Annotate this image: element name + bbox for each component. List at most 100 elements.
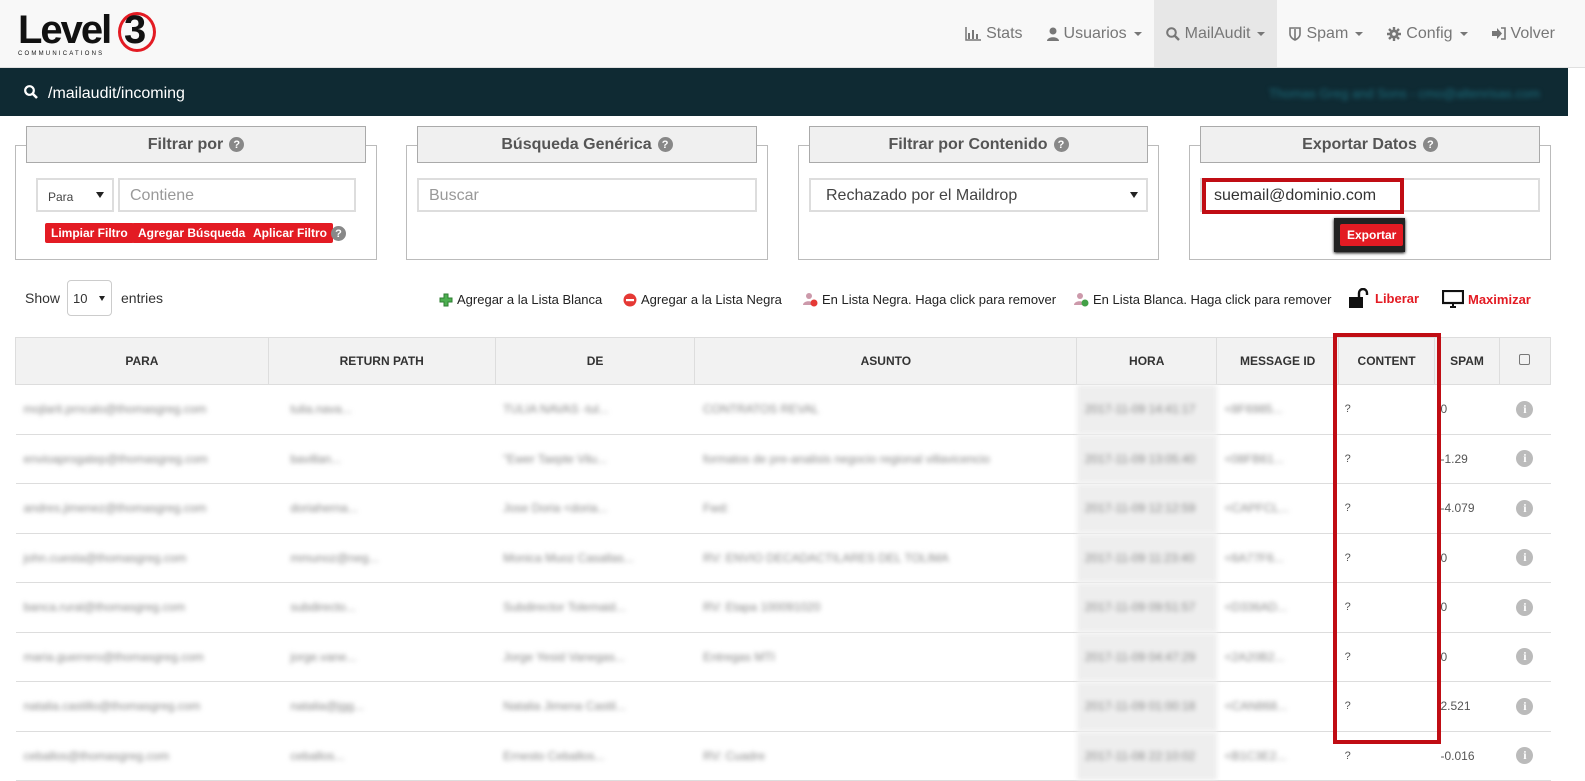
cell-message-id: <D336AD...: [1216, 582, 1339, 633]
cell-message-id: <CAPFCL...: [1216, 483, 1339, 534]
entries-label: entries: [121, 290, 164, 306]
cell-asunto: Fwd:: [694, 483, 1077, 534]
select-all-checkbox[interactable]: [1519, 354, 1531, 365]
export-email-highlight: [1202, 178, 1404, 214]
add-search-button[interactable]: Agregar Búsqueda: [132, 223, 252, 243]
legend-release[interactable]: Liberar: [1349, 288, 1419, 308]
info-icon[interactable]: i: [1516, 400, 1534, 418]
cell-de: Subdirector Tolemaid...: [495, 582, 695, 633]
col-asunto[interactable]: ASUNTO: [694, 337, 1078, 385]
nav-spam-label: Spam: [1306, 24, 1349, 42]
info-icon[interactable]: i: [1516, 747, 1534, 765]
info-icon[interactable]: i: [1516, 549, 1534, 567]
cell-hora: 2017-11-09 09:51:57: [1076, 582, 1217, 633]
nav-mailaudit[interactable]: MailAudit: [1153, 0, 1278, 67]
cell-asunto: [694, 681, 1077, 732]
filter-contains-placeholder: Contiene: [130, 187, 195, 204]
cell-info: i: [1499, 731, 1551, 781]
col-para[interactable]: PARA: [15, 337, 269, 385]
user-info[interactable]: Thomas Greg and Sons - cmo@altenrisas.co…: [1269, 86, 1540, 101]
breadcrumb-bar: /mailaudit/incoming Thomas Greg and Sons…: [0, 68, 1568, 116]
col-spam[interactable]: SPAM: [1434, 337, 1500, 385]
col-message-id[interactable]: MESSAGE ID: [1216, 337, 1340, 385]
help-icon[interactable]: ?: [657, 137, 673, 152]
table-row[interactable]: natalia.castillo@thomasgreg.com natalia@j…: [15, 681, 1551, 732]
show-label: Show: [25, 290, 61, 306]
filter-panel-title: Filtrar por?: [26, 126, 366, 163]
col-hora[interactable]: HORA: [1076, 337, 1218, 385]
top-navbar: Level 3 COMMUNICATIONS Stats Usuarios Ma…: [0, 0, 1585, 68]
table-header-row: PARA RETURN PATH DE ASUNTO HORA MESSAGE …: [15, 337, 1552, 385]
col-select-all[interactable]: [1498, 337, 1552, 385]
col-return-path[interactable]: RETURN PATH: [267, 337, 496, 385]
nav-usuarios[interactable]: Usuarios: [1035, 0, 1154, 67]
generic-search-title: Búsqueda Genérica?: [417, 126, 757, 163]
table-row[interactable]: envioaprogatep@thomasgreg.com bavillan...…: [15, 434, 1551, 484]
help-icon[interactable]: ?: [1422, 137, 1438, 152]
cell-de: Jose Doria <doria...: [495, 483, 695, 534]
level3-logo[interactable]: Level 3 COMMUNICATIONS: [18, 8, 178, 58]
generic-search-placeholder: Buscar: [429, 187, 479, 204]
table-row[interactable]: mojlarit.prncalo@thomasgreg.com tulia.nav…: [15, 384, 1551, 435]
legend-in-blacklist-text: En Lista Negra. Haga click para remover: [822, 292, 1057, 307]
gear-icon: [1387, 26, 1402, 41]
legend-maximize-text: Maximizar: [1468, 291, 1531, 307]
info-icon[interactable]: i: [1516, 499, 1534, 517]
clear-filter-button[interactable]: Limpiar Filtro: [45, 223, 134, 243]
nav-usuarios-label: Usuarios: [1063, 24, 1127, 42]
cell-return-path: jorge.vane...: [268, 632, 496, 682]
cell-message-id: <2A20B2...: [1216, 632, 1339, 682]
cell-asunto: Entregas MTI: [694, 632, 1077, 682]
cell-info: i: [1499, 384, 1551, 435]
bar-chart-icon: [965, 26, 982, 41]
cell-info: i: [1499, 582, 1551, 633]
logo-text: Level: [18, 8, 112, 52]
cell-info: i: [1499, 533, 1551, 583]
info-icon[interactable]: i: [1516, 648, 1534, 666]
cell-hora: 2017-11-09 13:05:40: [1076, 434, 1217, 484]
nav-spam[interactable]: Spam: [1277, 0, 1375, 67]
cell-para: ceballos@thomasgreg.com: [15, 731, 269, 781]
table-row[interactable]: john.cuesta@thomasgreg.com mmunoz@neg... M…: [15, 533, 1551, 583]
export-button[interactable]: Exportar: [1340, 224, 1404, 246]
nav-stats-label: Stats: [986, 24, 1023, 42]
legend-in-blacklist: En Lista Negra. Haga click para remover: [803, 292, 1056, 307]
content-filter-select[interactable]: Rechazado por el Maildrop: [809, 178, 1148, 212]
info-icon[interactable]: i: [1516, 598, 1534, 616]
nav-config[interactable]: Config: [1375, 0, 1479, 67]
filter-contains-input[interactable]: Contiene: [118, 178, 356, 212]
cell-para: mojlarit.prncalo@thomasgreg.com: [15, 384, 269, 435]
content-filter-title: Filtrar por Contenido?: [809, 126, 1148, 163]
content-column-highlight: [1333, 333, 1441, 744]
cell-info: i: [1499, 483, 1551, 534]
table-row[interactable]: ceballos@thomasgreg.com ceballos... Ernest…: [15, 731, 1551, 781]
generic-search-input[interactable]: Buscar: [417, 178, 757, 212]
table-row[interactable]: andres.jimenez@thomasgreg.com doriaherna.…: [15, 483, 1551, 534]
apply-filter-button[interactable]: Aplicar Filtro: [247, 223, 334, 243]
col-de[interactable]: DE: [494, 337, 696, 385]
filter-field-select[interactable]: Para: [36, 178, 114, 212]
cell-return-path: bavillan...: [268, 434, 496, 484]
sign-out-icon: [1491, 27, 1506, 40]
help-icon[interactable]: ?: [1053, 137, 1069, 152]
info-icon[interactable]: i: [1516, 450, 1534, 468]
help-icon[interactable]: ?: [331, 226, 346, 241]
nav-stats[interactable]: Stats: [953, 0, 1034, 67]
cell-message-id: <6A77F6...: [1216, 533, 1339, 583]
nav-volver[interactable]: Volver: [1480, 0, 1585, 67]
cell-para: john.cuesta@thomasgreg.com: [15, 533, 269, 583]
info-icon[interactable]: i: [1516, 697, 1534, 715]
cell-para: andres.jimenez@thomasgreg.com: [15, 483, 269, 534]
cell-message-id: <8F6985...: [1216, 384, 1339, 435]
search-icon: [24, 85, 38, 99]
table-row[interactable]: maria.guerrero@thomasgreg.com jorge.vane.…: [15, 632, 1551, 682]
legend-maximize[interactable]: Maximizar: [1442, 290, 1531, 308]
cell-spam: -1.29: [1434, 434, 1500, 484]
help-icon[interactable]: ?: [229, 137, 245, 152]
cell-message-id: <B1C3E2...: [1216, 731, 1339, 781]
table-row[interactable]: banca.rural@thomasgreg.com subdirecto... S…: [15, 582, 1551, 633]
legend-whitelist-add: Agregar a la Lista Blanca: [439, 292, 602, 307]
chevron-down-icon: [99, 296, 105, 301]
cell-spam: 0: [1434, 533, 1500, 583]
page-length-select[interactable]: 10: [67, 280, 112, 316]
